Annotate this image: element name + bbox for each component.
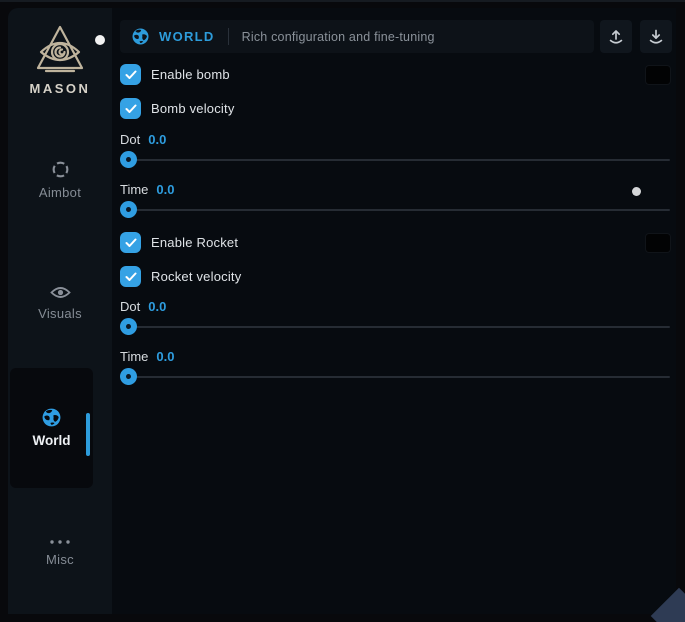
checkbox-label: Rocket velocity bbox=[151, 269, 241, 284]
slider-value: 0.0 bbox=[148, 132, 166, 147]
row-enable-rocket: Enable Rocket bbox=[120, 232, 670, 253]
logo-text: MASON bbox=[30, 81, 91, 96]
checkbox-label: Enable bomb bbox=[151, 67, 230, 82]
cursor-dot bbox=[632, 187, 641, 196]
slider-handle[interactable] bbox=[120, 151, 137, 168]
enable-bomb-checkbox[interactable] bbox=[120, 64, 141, 85]
active-indicator bbox=[86, 413, 90, 456]
sidebar-item-aimbot[interactable]: Aimbot bbox=[8, 160, 112, 200]
slider-value: 0.0 bbox=[156, 349, 174, 364]
globe-icon bbox=[42, 408, 61, 427]
bomb-time-slider[interactable] bbox=[120, 201, 670, 219]
slider-track[interactable] bbox=[120, 209, 670, 211]
bomb-time-label-row: Time 0.0 bbox=[120, 182, 670, 197]
page-title: WORLD bbox=[159, 29, 215, 44]
desktop-background: MASON Aimbot Visuals bbox=[0, 0, 685, 622]
sidebar-item-label: Aimbot bbox=[39, 185, 81, 200]
slider-value: 0.0 bbox=[156, 182, 174, 197]
bomb-color-swatch[interactable] bbox=[646, 66, 670, 84]
slider-label: Dot bbox=[120, 299, 140, 314]
slider-track[interactable] bbox=[120, 376, 670, 378]
rocket-dot-label-row: Dot 0.0 bbox=[120, 299, 670, 314]
divider bbox=[228, 28, 229, 45]
download-icon bbox=[647, 28, 665, 46]
export-config-button[interactable] bbox=[600, 20, 632, 53]
rocket-time-slider[interactable] bbox=[120, 368, 670, 386]
slider-handle[interactable] bbox=[120, 201, 137, 218]
sidebar-item-world-active[interactable]: World bbox=[10, 368, 93, 488]
sidebar-item-misc[interactable]: Misc bbox=[8, 538, 112, 567]
upload-icon bbox=[607, 28, 625, 46]
check-icon bbox=[125, 272, 137, 282]
crosshair-icon bbox=[51, 160, 70, 179]
slider-handle[interactable] bbox=[120, 368, 137, 385]
ellipsis-icon bbox=[48, 538, 72, 546]
sidebar-item-visuals[interactable]: Visuals bbox=[8, 285, 112, 321]
slider-track[interactable] bbox=[120, 326, 670, 328]
rocket-dot-slider[interactable] bbox=[120, 318, 670, 336]
eye-icon bbox=[50, 285, 71, 300]
bomb-dot-slider[interactable] bbox=[120, 151, 670, 169]
mason-window: MASON Aimbot Visuals bbox=[8, 8, 676, 614]
main-panel: WORLD Rich configuration and fine-tuning bbox=[112, 8, 676, 614]
check-icon bbox=[125, 238, 137, 248]
globe-icon bbox=[132, 28, 149, 45]
pyramid-eye-logo-icon bbox=[29, 24, 91, 76]
checkbox-label: Enable Rocket bbox=[151, 235, 238, 250]
cursor-dot bbox=[95, 35, 105, 45]
bomb-dot-label-row: Dot 0.0 bbox=[120, 132, 670, 147]
check-icon bbox=[125, 70, 137, 80]
enable-rocket-checkbox[interactable] bbox=[120, 232, 141, 253]
sidebar-item-label: World bbox=[33, 433, 71, 448]
bomb-velocity-checkbox[interactable] bbox=[120, 98, 141, 119]
page-subtitle: Rich configuration and fine-tuning bbox=[242, 30, 435, 44]
slider-label: Dot bbox=[120, 132, 140, 147]
sidebar-item-label: Misc bbox=[46, 552, 74, 567]
sidebar: MASON Aimbot Visuals bbox=[8, 8, 112, 614]
slider-label: Time bbox=[120, 349, 148, 364]
sidebar-item-label: Visuals bbox=[38, 306, 82, 321]
import-config-button[interactable] bbox=[640, 20, 672, 53]
row-rocket-velocity: Rocket velocity bbox=[120, 266, 670, 287]
row-enable-bomb: Enable bomb bbox=[120, 64, 670, 85]
rocket-time-label-row: Time 0.0 bbox=[120, 349, 670, 364]
row-bomb-velocity: Bomb velocity bbox=[120, 98, 670, 119]
slider-track[interactable] bbox=[120, 159, 670, 161]
slider-label: Time bbox=[120, 182, 148, 197]
rocket-color-swatch[interactable] bbox=[646, 234, 670, 252]
check-icon bbox=[125, 104, 137, 114]
checkbox-label: Bomb velocity bbox=[151, 101, 235, 116]
slider-value: 0.0 bbox=[148, 299, 166, 314]
rocket-velocity-checkbox[interactable] bbox=[120, 266, 141, 287]
slider-handle[interactable] bbox=[120, 318, 137, 335]
page-header-bar: WORLD Rich configuration and fine-tuning bbox=[120, 20, 594, 53]
